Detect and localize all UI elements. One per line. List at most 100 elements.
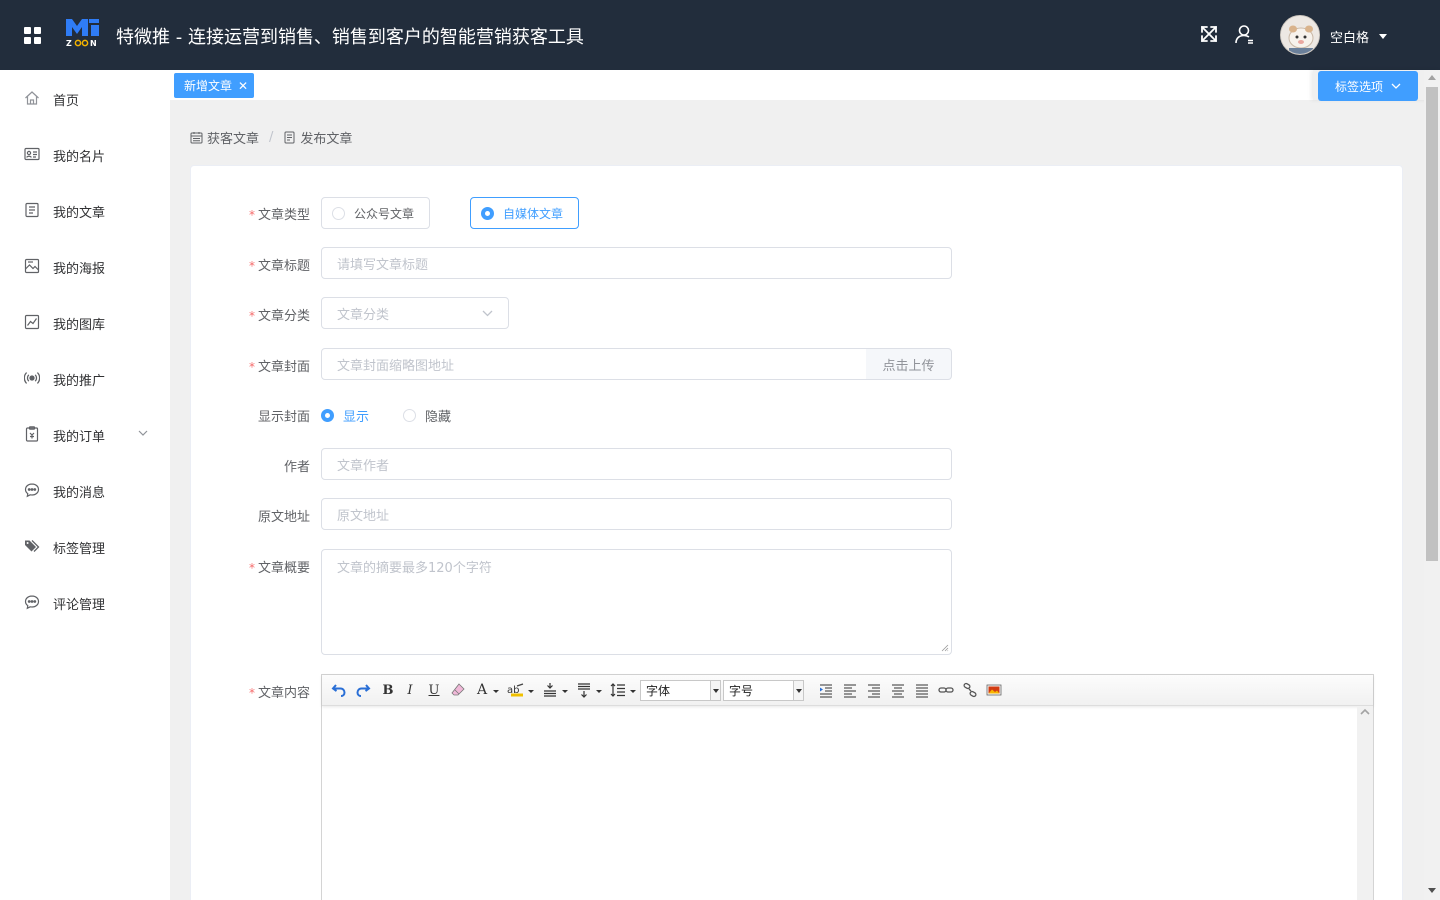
tab-options-button[interactable]: 标签选项 (1318, 71, 1418, 101)
tab-new-article[interactable]: 新增文章 ✕ (174, 73, 255, 98)
poster-icon (24, 258, 40, 274)
title-placeholder: 请填写文章标题 (337, 257, 429, 273)
summary-placeholder: 文章的摘要最多120个字符 (337, 561, 492, 576)
source-input[interactable]: 原文地址 (321, 498, 952, 530)
summary-textarea[interactable]: 文章的摘要最多120个字符 (321, 549, 952, 655)
align-left-icon[interactable] (843, 682, 857, 698)
svg-text:N: N (90, 39, 97, 48)
show-cover-radio-hide[interactable]: 隐藏 (403, 406, 451, 425)
sidebar-item-card[interactable]: 我的名片 (0, 126, 170, 182)
sidebar-item-tags[interactable]: 标签管理 (0, 518, 170, 574)
avatar[interactable] (1280, 15, 1320, 55)
line-spacing-after-icon[interactable] (576, 682, 592, 698)
radio-circle-icon (403, 409, 416, 422)
sidebar-item-label: 我的推广 (53, 374, 106, 389)
sidebar-item-gallery[interactable]: 我的图库 (0, 294, 170, 350)
source-label: 原文地址 (257, 510, 310, 525)
broadcast-icon (24, 372, 40, 384)
top-header: Z N 特微推 - 连接运营到销售、销售到客户的智能营销获客工具 空白格 (0, 0, 1440, 70)
sidebar-item-label: 评论管理 (53, 598, 106, 613)
dropdown-arrow-icon[interactable] (629, 682, 637, 698)
fullscreen-icon[interactable] (1198, 23, 1220, 45)
svg-text:Z: Z (66, 39, 72, 48)
author-label: 作者 (283, 460, 310, 475)
summary-label: * 文章概要 (248, 561, 310, 576)
author-input[interactable]: 文章作者 (321, 448, 952, 480)
upload-button[interactable]: 点击上传 (866, 348, 952, 380)
align-center-icon[interactable] (891, 682, 905, 698)
title-label: * 文章标题 (248, 259, 310, 274)
breadcrumb-separator: / (269, 130, 274, 145)
chevron-down-icon (793, 681, 803, 700)
dropdown-arrow-icon[interactable] (492, 682, 500, 698)
sidebar-item-label: 标签管理 (53, 542, 106, 557)
font-family-select[interactable]: 字体 (640, 680, 721, 701)
card-icon (24, 147, 40, 161)
bold-button[interactable]: B (381, 682, 395, 698)
dropdown-arrow-icon[interactable] (527, 682, 535, 698)
align-right-icon[interactable] (867, 682, 881, 698)
sidebar-item-home[interactable]: 首页 (0, 70, 170, 126)
resize-grip-icon[interactable] (941, 644, 949, 652)
undo-icon[interactable] (331, 682, 347, 698)
cover-input[interactable]: 文章封面缩略图地址 (321, 348, 867, 380)
sidebar-item-orders[interactable]: 我的订单 (0, 406, 170, 462)
sidebar-item-posters[interactable]: 我的海报 (0, 238, 170, 294)
scroll-down-icon[interactable] (1428, 888, 1436, 893)
scroll-up-icon[interactable] (1428, 75, 1436, 80)
category-select[interactable]: 文章分类 (321, 297, 509, 329)
link-icon[interactable] (938, 682, 954, 698)
indent-icon[interactable] (819, 682, 833, 698)
rich-text-editor[interactable]: B I U A ab 字体 字号 (321, 674, 1374, 900)
dropdown-arrow-icon[interactable] (561, 682, 569, 698)
font-size-value: 字号 (729, 684, 754, 698)
cover-placeholder: 文章封面缩略图地址 (337, 358, 455, 374)
title-input[interactable]: 请填写文章标题 (321, 247, 952, 279)
sidebar-item-label: 我的名片 (53, 150, 106, 165)
sidebar-item-label: 我的订单 (53, 430, 106, 445)
redo-icon[interactable] (355, 682, 371, 698)
font-size-select[interactable]: 字号 (723, 680, 804, 701)
sidebar-item-comments[interactable]: 评论管理 (0, 574, 170, 630)
editor-scrollbar[interactable] (1357, 706, 1373, 900)
user-icon[interactable] (1233, 23, 1255, 45)
eraser-icon[interactable] (450, 682, 466, 698)
close-icon[interactable]: ✕ (238, 80, 248, 92)
align-justify-icon[interactable] (915, 682, 929, 698)
sidebar-item-promotion[interactable]: 我的推广 (0, 350, 170, 406)
apps-grid-icon[interactable] (24, 27, 41, 44)
show-cover-radio-show[interactable]: 显示 (321, 406, 369, 425)
user-menu-caret-icon[interactable] (1379, 34, 1387, 39)
scrollbar-thumb[interactable] (1426, 87, 1438, 561)
page-scrollbar[interactable] (1424, 70, 1440, 900)
unlink-icon[interactable] (962, 682, 978, 698)
comment-icon (24, 595, 40, 610)
sidebar-item-label: 首页 (53, 94, 80, 109)
chevron-down-icon (710, 681, 720, 700)
italic-button[interactable]: I (404, 682, 416, 698)
chart-icon (24, 314, 40, 330)
dropdown-arrow-icon[interactable] (595, 682, 603, 698)
type-radio-media[interactable]: 自媒体文章 (470, 197, 579, 229)
cover-label: * 文章封面 (248, 360, 310, 375)
sidebar: 首页 我的名片 我的文章 我的海报 我的图库 我的推广 我的订单 我的消息 标签… (0, 70, 170, 900)
highlight-color-icon[interactable]: ab (507, 682, 525, 698)
document-icon (25, 202, 39, 218)
sidebar-item-label: 我的消息 (53, 486, 106, 501)
underline-button[interactable]: U (427, 682, 441, 698)
breadcrumb-item[interactable]: 获客文章 (207, 128, 259, 147)
image-icon[interactable] (986, 682, 1002, 698)
font-color-button[interactable]: A (475, 682, 489, 698)
sidebar-item-articles[interactable]: 我的文章 (0, 182, 170, 238)
radio-circle-icon (332, 206, 345, 220)
scroll-up-icon[interactable] (1357, 706, 1373, 718)
line-spacing-before-icon[interactable] (542, 682, 558, 698)
chevron-down-icon[interactable] (138, 430, 148, 436)
sidebar-item-messages[interactable]: 我的消息 (0, 462, 170, 518)
username[interactable]: 空白格 (1330, 27, 1369, 46)
radio-checked-icon (321, 409, 334, 422)
breadcrumb-item-current: 发布文章 (300, 132, 353, 147)
category-placeholder: 文章分类 (337, 307, 390, 323)
line-height-icon[interactable] (610, 682, 626, 698)
type-radio-official[interactable]: 公众号文章 (321, 197, 430, 229)
